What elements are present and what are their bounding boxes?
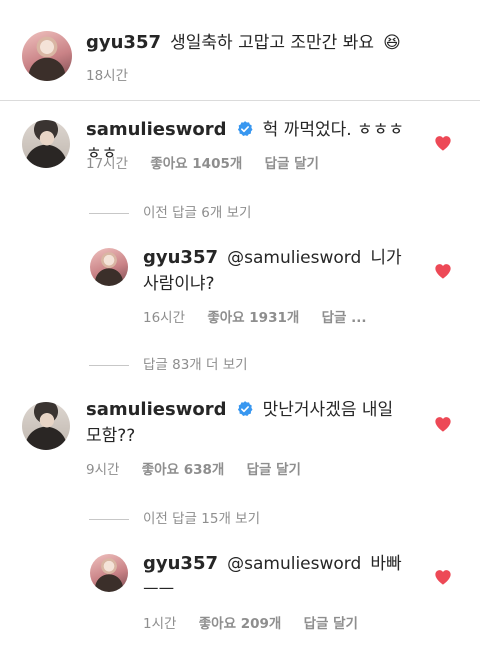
heart-icon[interactable] [434, 569, 452, 585]
likes-count[interactable]: 좋아요 209개 [199, 616, 282, 632]
more-replies-label: 답글 83개 더 보기 [143, 357, 248, 373]
reply-button[interactable]: 답글 달기 [304, 616, 358, 632]
likes-count[interactable]: 좋아요 1931개 [207, 310, 299, 326]
reply-row: gyu357 @samuliesword 바빠 [143, 552, 413, 576]
avatar[interactable] [22, 31, 72, 81]
verified-badge-icon [237, 401, 253, 417]
likes-count[interactable]: 좋아요 1405개 [150, 156, 242, 172]
comment-text: 맛난거사겠음 내일 [262, 400, 394, 420]
verified-badge-icon [237, 121, 253, 137]
reply-text: 바빠 [370, 554, 402, 574]
caption-row: gyu357 생일축하 고맙고 조만간 봐요 😆 [86, 31, 476, 55]
reply-button[interactable]: 답글 달기 [265, 156, 319, 172]
reply-row: gyu357 @samuliesword 니가 [143, 246, 413, 270]
avatar[interactable] [22, 402, 70, 450]
comment-time: 17시간 [86, 156, 129, 172]
reply-mention[interactable]: @samuliesword [227, 554, 361, 574]
caption-text: 생일축하 고맙고 조만간 봐요 [170, 33, 375, 53]
avatar[interactable] [90, 248, 128, 286]
reply-text: 니가 [370, 248, 402, 268]
view-previous-replies[interactable]: 이전 답글 15개 보기 [89, 507, 260, 527]
reply-button[interactable]: 답글 달기 [247, 462, 301, 478]
reply-meta: 1시간 좋아요 209개 답글 달기 [143, 612, 358, 632]
caption-time: 18시간 [86, 68, 129, 84]
reply-mention[interactable]: @samuliesword [227, 248, 361, 268]
divider [89, 364, 129, 366]
divider [0, 100, 480, 101]
comment-time: 9시간 [86, 462, 120, 478]
reply-username[interactable]: gyu357 [143, 553, 218, 574]
view-more-replies[interactable]: 답글 83개 더 보기 [89, 353, 248, 373]
avatar[interactable] [22, 120, 70, 168]
comment-meta: 9시간 좋아요 638개 답글 달기 [86, 458, 301, 478]
divider [89, 212, 129, 214]
likes-count[interactable]: 좋아요 638개 [142, 462, 225, 478]
reply-button[interactable]: 답글 ... [322, 310, 367, 326]
view-replies-label: 이전 답글 6개 보기 [143, 205, 252, 221]
comment-username[interactable]: samuliesword [86, 399, 226, 420]
caption-username[interactable]: gyu357 [86, 32, 161, 53]
heart-icon[interactable] [434, 135, 452, 151]
reply-time: 16시간 [143, 310, 186, 326]
comment-text-continued: 모함?? [86, 426, 136, 446]
comment-username[interactable]: samuliesword [86, 119, 226, 140]
reply-username[interactable]: gyu357 [143, 247, 218, 268]
heart-icon[interactable] [434, 263, 452, 279]
reply-meta: 16시간 좋아요 1931개 답글 ... [143, 306, 367, 326]
avatar[interactable] [90, 554, 128, 592]
heart-icon[interactable] [434, 416, 452, 432]
view-replies-label: 이전 답글 15개 보기 [143, 511, 260, 527]
view-previous-replies[interactable]: 이전 답글 6개 보기 [89, 201, 251, 221]
comment-meta: 17시간 좋아요 1405개 답글 달기 [86, 152, 319, 172]
reply-text-continued: ㅡㅡ [143, 580, 175, 600]
comment-row: samuliesword 맛난거사겠음 내일 [86, 398, 416, 422]
caption-emoji: 😆 [383, 33, 401, 53]
reply-time: 1시간 [143, 616, 177, 632]
divider [89, 518, 129, 520]
reply-text-continued: 사람이냐? [143, 274, 215, 294]
